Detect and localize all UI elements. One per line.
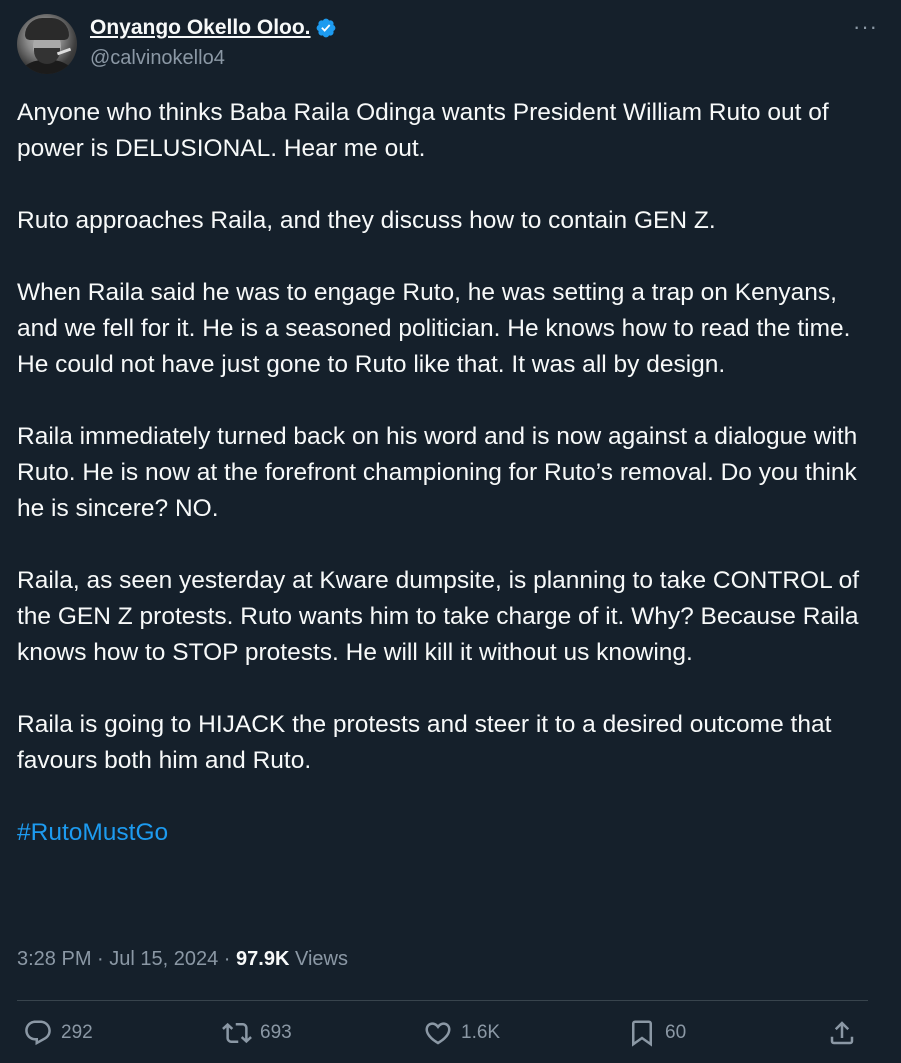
tweet-paragraph: Anyone who thinks Baba Raila Odinga want… xyxy=(17,99,829,162)
tweet-header: Onyango Okello Oloo. @calvinokello4 ··· xyxy=(17,14,884,74)
tweet-time[interactable]: 3:28 PM xyxy=(17,948,91,970)
tweet-paragraph: Ruto approaches Raila, and they discuss … xyxy=(17,207,716,234)
tweet-meta: 3:28 PM · Jul 15, 2024 · 97.9K Views xyxy=(17,948,348,971)
meta-separator: · xyxy=(91,948,110,970)
like-button[interactable]: 1.6K xyxy=(423,1018,500,1048)
bookmark-button[interactable]: 60 xyxy=(627,1018,686,1048)
views-label: Views xyxy=(289,948,348,970)
tweet-paragraph: When Raila said he was to engage Ruto, h… xyxy=(17,279,851,378)
tweet-paragraph: Raila, as seen yesterday at Kware dumpsi… xyxy=(17,567,860,666)
reply-count: 292 xyxy=(61,1022,93,1043)
reply-button[interactable]: 292 xyxy=(23,1018,93,1048)
retweet-button[interactable]: 693 xyxy=(222,1018,292,1048)
retweet-icon xyxy=(222,1022,252,1044)
meta-separator: · xyxy=(218,948,237,970)
tweet-text: Anyone who thinks Baba Raila Odinga want… xyxy=(17,95,877,887)
action-bar: 292 693 1.6K 60 xyxy=(17,1012,884,1056)
tweet-date[interactable]: Jul 15, 2024 xyxy=(109,948,218,970)
avatar[interactable] xyxy=(17,14,77,74)
avatar-hair xyxy=(25,18,69,40)
share-icon xyxy=(830,1021,854,1045)
bookmark-icon xyxy=(632,1020,652,1047)
divider xyxy=(17,1000,868,1001)
tweet-paragraph: Raila is going to HIJACK the protests an… xyxy=(17,711,832,774)
views-count: 97.9K xyxy=(236,948,290,970)
like-count: 1.6K xyxy=(461,1022,501,1043)
heart-icon xyxy=(425,1022,451,1045)
verified-badge-icon xyxy=(316,18,335,38)
bookmark-count: 60 xyxy=(665,1022,687,1043)
reply-icon xyxy=(25,1020,51,1046)
user-handle[interactable]: @calvinokello4 xyxy=(90,47,225,70)
name-row: Onyango Okello Oloo. xyxy=(90,16,337,40)
more-horizontal-icon[interactable]: ··· xyxy=(853,14,878,40)
tweet-paragraph: Raila immediately turned back on his wor… xyxy=(17,423,858,522)
hashtag-link[interactable]: #RutoMustGo xyxy=(17,819,168,846)
share-button[interactable] xyxy=(827,1018,857,1048)
display-name[interactable]: Onyango Okello Oloo. xyxy=(90,16,311,40)
retweet-count: 693 xyxy=(260,1022,292,1043)
